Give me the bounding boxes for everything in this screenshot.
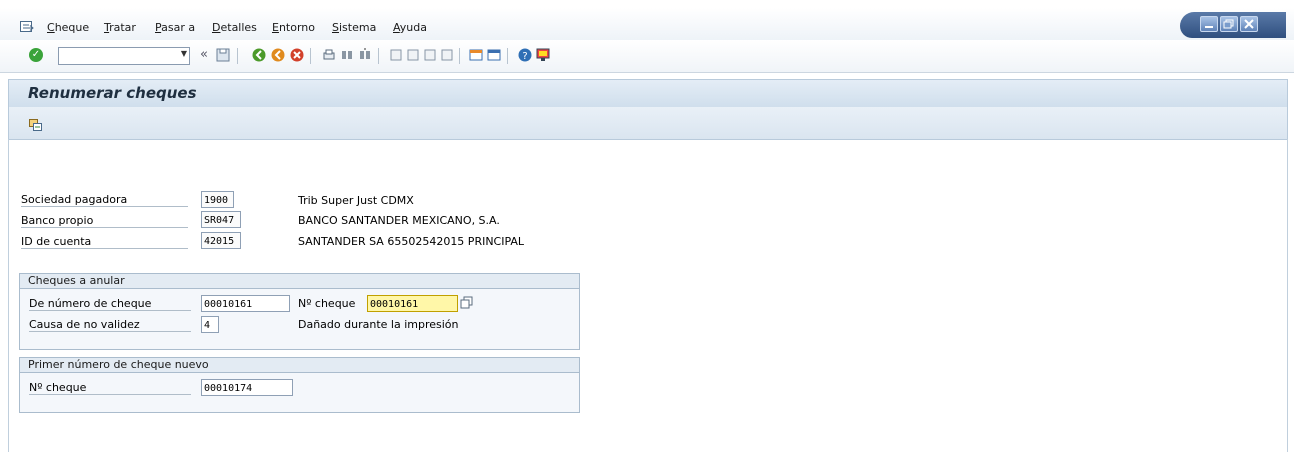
shortcut-icon[interactable]	[487, 48, 501, 62]
save-icon[interactable]	[216, 48, 230, 62]
group-title: Primer número de cheque nuevo	[28, 358, 209, 371]
group-header: Cheques a anular	[20, 274, 579, 289]
label-sociedad-pagadora: Sociedad pagadora	[21, 193, 188, 207]
last-page-icon[interactable]	[440, 48, 454, 62]
first-page-icon[interactable]	[389, 48, 403, 62]
toolbar-separator	[378, 48, 379, 64]
find-icon[interactable]	[340, 48, 354, 62]
back-icon[interactable]	[252, 48, 266, 62]
title-bar	[8, 79, 1288, 108]
toolbar-separator	[310, 48, 311, 64]
id-cuenta-field[interactable]: 42015	[201, 232, 241, 249]
menu-bar: Cheque Tratar Pasar a Detalles Entorno S…	[0, 8, 1294, 41]
label-banco-propio: Banco propio	[21, 214, 188, 228]
copy-icon[interactable]	[460, 296, 474, 310]
sociedad-pagadora-field[interactable]: 1900	[201, 191, 234, 208]
banco-propio-desc: BANCO SANTANDER MEXICANO, S.A.	[298, 214, 500, 227]
print-icon[interactable]	[322, 48, 336, 62]
chevron-down-icon[interactable]: ▼	[181, 49, 187, 58]
sociedad-pagadora-desc: Trib Super Just CDMX	[298, 194, 414, 207]
svg-text:?: ?	[522, 51, 527, 62]
command-field[interactable]: ▼	[58, 47, 190, 65]
label-nuevo-n-cheque: Nº cheque	[29, 381, 191, 395]
restore-icon[interactable]	[1220, 16, 1238, 32]
collapse-icon[interactable]: «	[200, 47, 208, 62]
find-next-icon[interactable]	[358, 48, 372, 62]
toolbar-separator	[237, 48, 238, 64]
prev-page-icon[interactable]	[406, 48, 420, 62]
toolbar-separator	[507, 48, 508, 64]
execute-icon[interactable]	[29, 119, 42, 131]
application-toolbar	[8, 107, 1288, 140]
label-de-numero-cheque: De número de cheque	[29, 297, 191, 311]
cancel-icon[interactable]	[290, 48, 304, 62]
menu-icon[interactable]	[20, 21, 34, 33]
new-session-icon[interactable]	[469, 48, 483, 62]
menu-tratar[interactable]: Tratar	[104, 21, 136, 34]
menu-cheque[interactable]: Cheque	[47, 21, 89, 34]
menu-pasar-a[interactable]: Pasar a	[155, 21, 195, 34]
reason-field[interactable]: 4	[201, 316, 219, 333]
label-causa-no-validez: Causa de no validez	[29, 318, 191, 332]
help-icon[interactable]: ?	[518, 48, 532, 62]
exit-icon[interactable]	[271, 48, 285, 62]
group-header: Primer número de cheque nuevo	[20, 358, 579, 373]
label-id-cuenta: ID de cuenta	[21, 235, 188, 249]
from-cheque-field[interactable]: 00010161	[201, 295, 290, 312]
page-title: Renumerar cheques	[28, 84, 197, 102]
menu-sistema[interactable]: Sistema	[332, 21, 376, 34]
to-cheque-field[interactable]: 00010161	[367, 295, 458, 312]
menu-ayuda[interactable]: Ayuda	[393, 21, 427, 34]
toolbar-separator	[459, 48, 460, 64]
group-title: Cheques a anular	[28, 274, 125, 287]
next-page-icon[interactable]	[423, 48, 437, 62]
label-n-cheque: Nº cheque	[298, 297, 356, 310]
menu-entorno[interactable]: Entorno	[272, 21, 315, 34]
layout-icon[interactable]	[536, 48, 550, 62]
minimize-icon[interactable]	[1200, 16, 1218, 32]
enter-icon[interactable]: ✓	[29, 48, 43, 62]
close-icon[interactable]	[1240, 16, 1258, 32]
new-cheque-field[interactable]: 00010174	[201, 379, 293, 396]
id-cuenta-desc: SANTANDER SA 65502542015 PRINCIPAL	[298, 235, 525, 248]
window-controls	[1180, 12, 1286, 38]
banco-propio-field[interactable]: SR047	[201, 211, 241, 228]
reason-desc: Dañado durante la impresión	[298, 318, 459, 331]
menu-detalles[interactable]: Detalles	[212, 21, 257, 34]
standard-toolbar: ✓ ▼ « ?	[0, 40, 1294, 73]
group-cheques-a-anular: Cheques a anular	[19, 273, 580, 350]
